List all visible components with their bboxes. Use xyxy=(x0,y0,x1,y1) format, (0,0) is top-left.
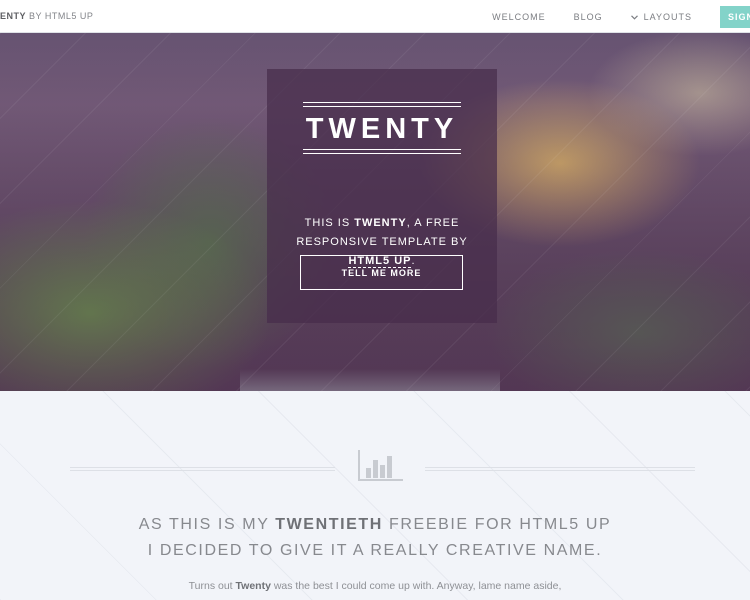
section-pattern xyxy=(0,391,750,600)
site-logo[interactable]: ENTY BY HTML5 UP xyxy=(0,11,93,21)
intro-section: AS THIS IS MY TWENTIETH FREEBIE FOR HTML… xyxy=(0,391,750,600)
hero-text-part: THIS IS xyxy=(304,217,355,229)
headline-part: AS THIS IS MY xyxy=(138,516,276,533)
title-rule-top xyxy=(303,102,461,107)
headline-line-2: I DECIDED TO GIVE IT A REALLY CREATIVE N… xyxy=(147,542,603,559)
sign-up-button[interactable]: SIGN xyxy=(720,5,750,28)
divider-left xyxy=(70,467,335,471)
divider-right xyxy=(425,467,695,471)
site-header: ENTY BY HTML5 UP WELCOME BLOG LAYOUTS SI… xyxy=(0,0,750,33)
chevron-down-icon xyxy=(630,12,638,22)
hero-text-brand: TWENTY xyxy=(354,217,407,229)
hero-banner: TWENTY THIS IS TWENTY, A FREE RESPONSIVE… xyxy=(0,33,750,391)
nav-item-blog[interactable]: BLOG xyxy=(574,12,603,22)
section-paragraph: Turns out Twenty was the best I could co… xyxy=(0,580,750,592)
nav-item-layouts[interactable]: LAYOUTS xyxy=(630,11,692,22)
tell-me-more-button[interactable]: TELL ME MORE xyxy=(300,255,463,290)
section-headline: AS THIS IS MY TWENTIETH FREEBIE FOR HTML… xyxy=(0,512,750,564)
logo-main: ENTY xyxy=(0,11,27,21)
nav-item-label: LAYOUTS xyxy=(643,11,692,22)
nav-item-label: BLOG xyxy=(573,11,603,22)
para-part: Turns out xyxy=(188,580,236,592)
headline-part: FREEBIE FOR HTML5 UP xyxy=(382,516,612,533)
main-nav: WELCOME BLOG LAYOUTS SIGN xyxy=(492,0,750,33)
hero-title: TWENTY xyxy=(305,113,459,145)
hero-box: TWENTY THIS IS TWENTY, A FREE RESPONSIVE… xyxy=(267,69,497,323)
nav-item-welcome[interactable]: WELCOME xyxy=(492,12,546,22)
logo-by: BY HTML5 UP xyxy=(26,11,94,21)
title-rule-bottom xyxy=(303,149,461,154)
bar-chart-icon xyxy=(357,447,405,487)
para-bold: Twenty xyxy=(235,580,271,592)
headline-bold: TWENTIETH xyxy=(275,516,383,533)
para-part: was the best I could come up with. Anywa… xyxy=(270,580,562,592)
nav-item-label: WELCOME xyxy=(492,11,546,22)
